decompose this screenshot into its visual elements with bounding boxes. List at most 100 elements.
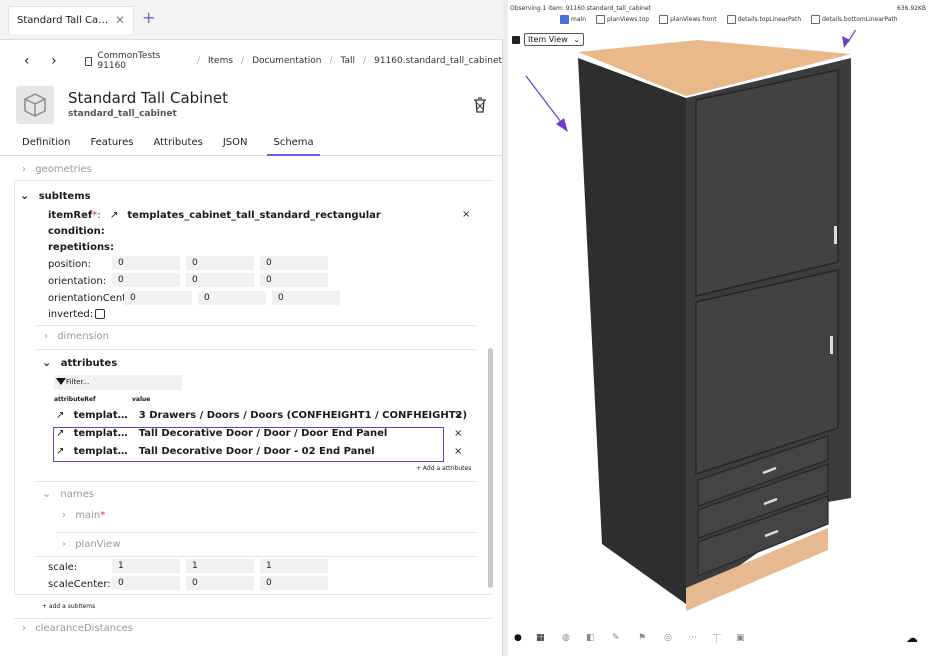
external-link-icon[interactable]: ↗ xyxy=(56,428,64,439)
clearance-section[interactable]: › clearanceDistances xyxy=(22,623,133,634)
position-z[interactable]: 0 xyxy=(260,256,328,270)
breadcrumb-current[interactable]: 91160.standard_tall_cabinet xyxy=(374,56,502,66)
orientation-center-x[interactable]: 0 xyxy=(124,291,192,305)
checkbox-planviews-front[interactable]: planViews.front xyxy=(659,15,717,24)
itemref-colon: : xyxy=(97,210,101,221)
attribute-value[interactable]: Tall Decorative Door / Door - 02 End Pan… xyxy=(139,446,375,457)
close-tab-icon[interactable]: ✕ xyxy=(115,13,125,27)
page-title: Standard Tall Cabinet xyxy=(68,89,228,107)
checkbox-top-linear-path[interactable]: details.topLinearPath xyxy=(726,15,801,24)
dots-icon[interactable]: ⋯ xyxy=(688,633,697,643)
orientation-x[interactable]: 0 xyxy=(112,273,180,287)
checkbox-main-box[interactable] xyxy=(560,15,569,24)
back-button[interactable]: ‹ xyxy=(16,53,37,69)
add-attributes-button[interactable]: + Add a attributes xyxy=(416,465,471,472)
divider xyxy=(14,594,492,595)
scale-label: scale: xyxy=(48,562,78,573)
tab-features[interactable]: Features xyxy=(90,134,133,156)
arrow-head xyxy=(556,118,568,132)
chevron-down-icon: ⌄ xyxy=(42,487,52,500)
checkbox-box[interactable] xyxy=(596,15,605,24)
checkbox-bottom-linear-path[interactable]: details.bottomLinearPath xyxy=(811,15,898,24)
hierarchy-icon[interactable]: ⏉ xyxy=(712,632,721,645)
position-y[interactable]: 0 xyxy=(186,256,254,270)
forward-button[interactable]: › xyxy=(43,53,64,69)
filter-input[interactable]: Filter... xyxy=(54,375,182,390)
orientation-z[interactable]: 0 xyxy=(260,273,328,287)
repetitions-label: repetitions: xyxy=(48,242,115,253)
itemref-value[interactable]: templates_cabinet_tall_standard_rectangu… xyxy=(127,210,380,221)
new-tab-button[interactable]: + xyxy=(142,8,155,27)
orientation-center-y[interactable]: 0 xyxy=(198,291,266,305)
cloud-download-icon[interactable]: ☁ xyxy=(906,631,918,645)
orientation-y[interactable]: 0 xyxy=(186,273,254,287)
scale-x[interactable]: 1 xyxy=(112,559,180,573)
planview-section[interactable]: › planView xyxy=(62,539,121,550)
checkbox-box[interactable] xyxy=(659,15,669,24)
divider xyxy=(36,349,476,350)
scale-center-x[interactable]: 0 xyxy=(112,576,180,590)
palette-icon[interactable]: ● xyxy=(514,633,522,643)
scale-z[interactable]: 1 xyxy=(260,559,328,573)
attribute-value[interactable]: 3 Drawers / Doors / Doors (CONFHEIGHT1 /… xyxy=(139,410,467,421)
tab-schema[interactable]: Schema xyxy=(267,134,320,156)
observing-label: Observing 1 item: 91160.standard_tall_ca… xyxy=(510,5,652,12)
target-icon[interactable]: ◎ xyxy=(664,633,672,643)
orientation-center-z[interactable]: 0 xyxy=(272,291,340,305)
external-link-icon[interactable]: ↗ xyxy=(56,446,64,457)
subitems-section[interactable]: ⌄ subItems xyxy=(20,189,91,202)
tabs: Definition Features Attributes JSON Sche… xyxy=(0,134,503,156)
attribute-value[interactable]: Tall Decorative Door / Door / Door End P… xyxy=(139,428,388,439)
checkbox-box[interactable] xyxy=(726,15,736,24)
scale-center-z[interactable]: 0 xyxy=(260,576,328,590)
remove-attribute-button[interactable]: × xyxy=(454,428,462,439)
add-subitems-button[interactable]: + add a subItems xyxy=(42,603,95,610)
remove-attribute-button[interactable]: × xyxy=(454,446,462,457)
attributes-section[interactable]: ⌄ attributes xyxy=(42,356,117,369)
remove-itemref-button[interactable]: × xyxy=(462,209,470,220)
breadcrumb-project[interactable]: CommonTests 91160 xyxy=(97,51,188,71)
attribute-row[interactable]: ↗ templat… 3 Drawers / Doors / Doors (CO… xyxy=(56,410,467,421)
editor-pane: Standard Tall Ca… ✕ + ‹ › CommonTests 91… xyxy=(0,0,503,656)
names-section[interactable]: ⌄ names xyxy=(42,487,94,500)
cabinet-3d-view[interactable] xyxy=(508,30,936,630)
attribute-ref[interactable]: templat… xyxy=(74,428,132,439)
dimension-section[interactable]: › dimension xyxy=(44,331,109,342)
geometries-section[interactable]: › geometries xyxy=(22,164,92,176)
attribute-ref[interactable]: templat… xyxy=(74,410,132,421)
brush-icon[interactable]: ✎ xyxy=(612,633,620,643)
checkbox-main[interactable]: main xyxy=(560,15,586,24)
cube-icon xyxy=(16,86,54,124)
grid-icon[interactable]: ▦ xyxy=(536,633,545,643)
attribute-row[interactable]: ↗ templat… Tall Decorative Door / Door /… xyxy=(56,428,387,439)
trash-icon[interactable] xyxy=(472,96,488,117)
inverted-checkbox[interactable] xyxy=(95,309,106,319)
checkbox-planviews-top[interactable]: planViews.top xyxy=(596,15,649,24)
compass-icon[interactable]: ◍ xyxy=(562,633,570,643)
image-icon[interactable]: ▣ xyxy=(736,633,745,643)
scale-y[interactable]: 1 xyxy=(186,559,254,573)
checkbox-box[interactable] xyxy=(811,15,821,24)
breadcrumb-tall[interactable]: Tall xyxy=(341,56,356,66)
itemref-row: itemRef*: ↗ templates_cabinet_tall_stand… xyxy=(48,210,381,221)
position-x[interactable]: 0 xyxy=(112,256,180,270)
scale-center-y[interactable]: 0 xyxy=(186,576,254,590)
external-link-icon[interactable]: ↗ xyxy=(110,210,118,221)
box-icon[interactable]: ◧ xyxy=(586,633,595,643)
document-tab[interactable]: Standard Tall Ca… ✕ xyxy=(8,6,134,34)
tab-attributes[interactable]: Attributes xyxy=(153,134,202,156)
chevron-right-icon: › xyxy=(62,539,66,550)
scrollbar[interactable] xyxy=(488,348,493,588)
breadcrumb-documentation[interactable]: Documentation xyxy=(252,56,321,66)
document-tab-label: Standard Tall Ca… xyxy=(17,15,109,26)
main-section[interactable]: › main* xyxy=(62,510,105,521)
attribute-ref[interactable]: templat… xyxy=(74,446,132,457)
flag-icon[interactable]: ⚑ xyxy=(638,633,646,643)
external-link-icon[interactable]: ↗ xyxy=(56,410,64,421)
tab-json[interactable]: JSON xyxy=(223,134,248,156)
breadcrumb-items[interactable]: Items xyxy=(208,56,233,66)
attribute-row[interactable]: ↗ templat… Tall Decorative Door / Door -… xyxy=(56,446,375,457)
layer-checkboxes: main planViews.top planViews.front detai… xyxy=(560,15,898,24)
tab-definition[interactable]: Definition xyxy=(22,134,70,156)
remove-attribute-button[interactable]: × xyxy=(454,410,462,421)
